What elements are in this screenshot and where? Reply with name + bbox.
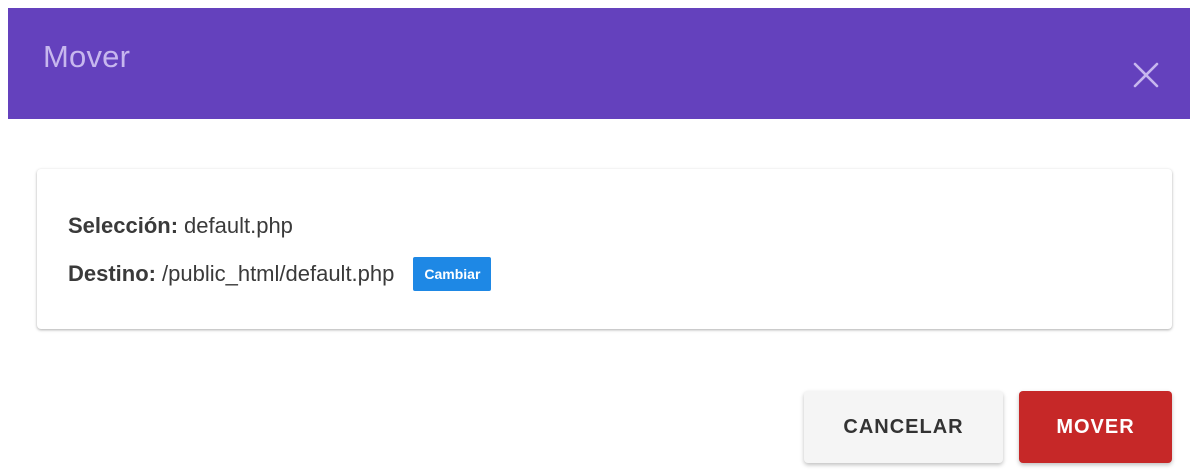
cancel-button[interactable]: CANCELAR xyxy=(804,391,1003,463)
move-button[interactable]: MOVER xyxy=(1019,391,1172,463)
selection-value: default.php xyxy=(184,213,293,238)
move-details-card: Selección: default.php Destino: /public_… xyxy=(37,169,1172,329)
destination-value: /public_html/default.php xyxy=(162,261,395,286)
dialog-header: Mover xyxy=(8,8,1190,119)
close-icon xyxy=(1133,62,1159,87)
destination-row: Destino: /public_html/default.php Cambia… xyxy=(68,257,1172,291)
change-destination-button[interactable]: Cambiar xyxy=(413,257,492,291)
selection-row: Selección: default.php xyxy=(68,211,1172,241)
close-button[interactable] xyxy=(1122,51,1170,99)
move-dialog: Mover Selección: default.php Destino: /p… xyxy=(0,0,1198,476)
selection-label: Selección: xyxy=(68,213,179,238)
destination-label: Destino: xyxy=(68,261,156,286)
dialog-title: Mover xyxy=(43,38,131,74)
